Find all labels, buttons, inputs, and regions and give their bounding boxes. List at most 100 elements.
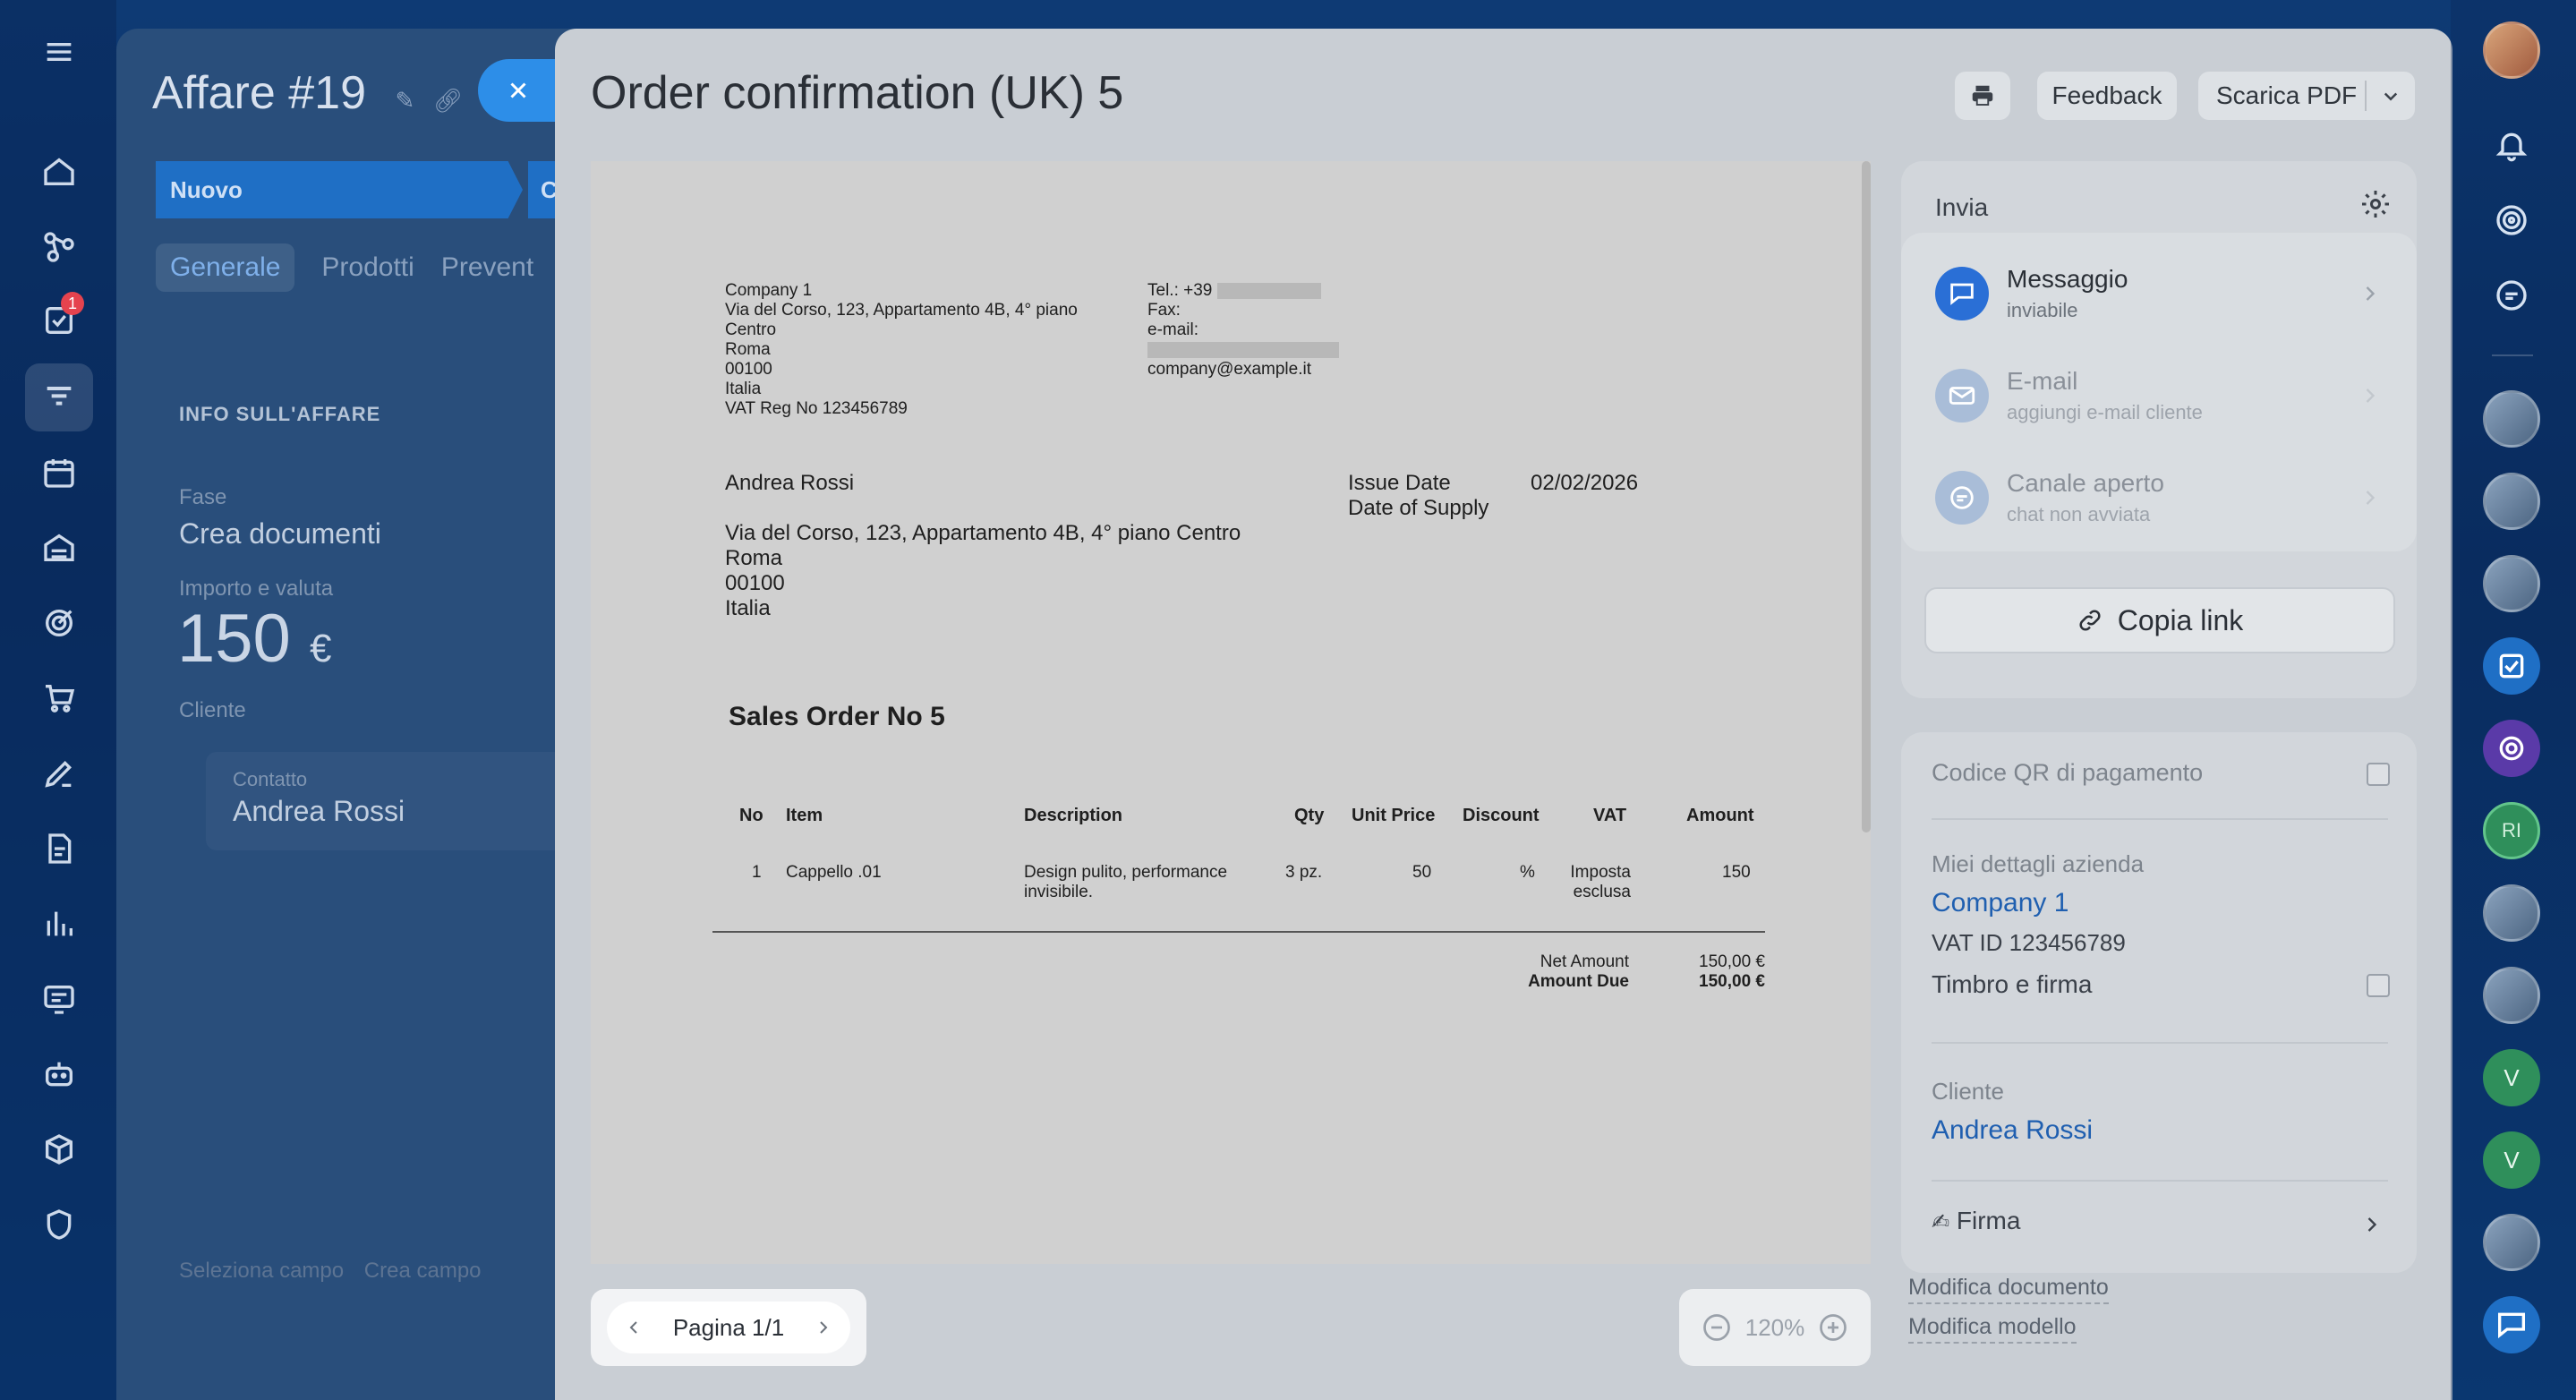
printer-icon	[1972, 85, 1993, 106]
target-icon[interactable]	[2483, 192, 2540, 249]
company-block: Company 1 Via del Corso, 123, Appartament…	[725, 281, 1078, 418]
left-sidebar: 1	[0, 0, 116, 1400]
contact-avatar[interactable]	[2483, 390, 2540, 448]
box-icon[interactable]	[25, 1115, 93, 1183]
channel-message[interactable]: Messaggio inviabile	[1935, 254, 2383, 344]
contact-initials-v[interactable]: V	[2483, 1131, 2540, 1189]
edit-template-link[interactable]: Modifica modello	[1908, 1314, 2077, 1344]
select-field-link[interactable]: Seleziona campo	[179, 1259, 344, 1283]
page-indicator: Pagina 1/1	[672, 1313, 785, 1341]
zoom-in-icon[interactable]	[1817, 1311, 1849, 1344]
close-button[interactable]	[478, 59, 559, 122]
amount-value[interactable]: 150 €	[177, 600, 331, 678]
contact-initials-ri[interactable]: RI	[2483, 802, 2540, 859]
user-avatar[interactable]	[2483, 21, 2540, 79]
download-pdf-button[interactable]: Scarica PDF	[2198, 72, 2415, 120]
calendar-icon[interactable]	[25, 439, 93, 507]
zoom-level: 120%	[1744, 1313, 1805, 1341]
pen-icon[interactable]	[25, 739, 93, 807]
stamp-label: Timbro e firma	[1932, 970, 2093, 998]
robot-icon[interactable]	[25, 1040, 93, 1108]
document-icon[interactable]	[25, 815, 93, 883]
home-icon[interactable]	[25, 138, 93, 206]
client-name-link[interactable]: Andrea Rossi	[1932, 1115, 2093, 1146]
tab-generale[interactable]: Generale	[156, 243, 295, 292]
contact-name[interactable]: Andrea Rossi	[233, 795, 405, 828]
checklist-icon[interactable]	[2483, 637, 2540, 695]
contact-initials-v[interactable]: V	[2483, 1049, 2540, 1106]
vat-id: VAT ID 123456789	[1932, 929, 2126, 956]
channel-open[interactable]: Canale aperto chat non avviata	[1935, 458, 2383, 548]
tasks-icon[interactable]: 1	[25, 286, 93, 354]
link-icon[interactable]: 🔗︎	[433, 87, 463, 114]
chevron-right-icon[interactable]	[2359, 1212, 2384, 1237]
col-no: No	[739, 806, 763, 825]
chat-search-icon[interactable]	[2483, 267, 2540, 324]
contact-avatar[interactable]	[2483, 884, 2540, 942]
network-icon[interactable]	[25, 213, 93, 281]
gear-icon[interactable]	[2359, 188, 2392, 220]
bell-icon[interactable]	[2483, 116, 2540, 174]
channel-email[interactable]: E-mail aggiungi e-mail cliente	[1935, 356, 2383, 446]
message-icon[interactable]	[2483, 1296, 2540, 1353]
create-field-link[interactable]: Crea campo	[364, 1259, 482, 1283]
zoom-out-icon[interactable]	[1701, 1311, 1733, 1344]
stamp-checkbox[interactable]	[2367, 974, 2390, 997]
company-name-link[interactable]: Company 1	[1932, 888, 2068, 918]
deal-tabs: Generale Prodotti Prevent	[156, 243, 533, 292]
deal-footer-links: Seleziona campo Crea campo	[179, 1259, 482, 1284]
contact-avatar[interactable]	[2483, 1214, 2540, 1271]
chat-icon	[1935, 267, 1989, 320]
cart-icon[interactable]	[25, 664, 93, 732]
chevron-right-icon	[2366, 388, 2376, 403]
divider	[1932, 818, 2388, 820]
contact-avatar[interactable]	[2483, 555, 2540, 612]
send-panel: Invia Messaggio inviabile E-mail aggiung…	[1901, 161, 2417, 698]
shield-icon[interactable]	[25, 1191, 93, 1259]
qr-checkbox[interactable]	[2367, 763, 2390, 786]
customer-address: Via del Corso, 123, Appartamento 4B, 4° …	[725, 521, 1241, 620]
order-title: Sales Order No 5	[729, 702, 945, 731]
chevron-down-icon[interactable]	[2377, 82, 2404, 109]
edit-icon[interactable]: ✎	[395, 87, 414, 114]
zoom-control: 120%	[1679, 1289, 1871, 1366]
col-unit-price: Unit Price	[1352, 806, 1436, 825]
document-scrollbar[interactable]	[1862, 161, 1871, 832]
tab-preventivi[interactable]: Prevent	[441, 252, 533, 292]
contact-avatar[interactable]	[2483, 473, 2540, 530]
signature-row[interactable]: ✍︎ Firma	[1932, 1207, 2020, 1235]
signature-pen-icon: ✍︎	[1932, 1210, 1950, 1234]
chevron-right-icon	[2366, 286, 2376, 301]
tasks-badge: 1	[61, 292, 84, 315]
feedback-button[interactable]: Feedback	[2037, 72, 2177, 120]
col-discount: Discount	[1463, 806, 1540, 825]
stage-new[interactable]: Nuovo	[156, 161, 523, 218]
print-button[interactable]	[1955, 72, 2010, 120]
deal-section-title: INFO SULL'AFFARE	[179, 403, 381, 425]
tab-prodotti[interactable]: Prodotti	[321, 252, 414, 292]
phase-value[interactable]: Crea documenti	[179, 517, 381, 551]
crm-icon[interactable]	[25, 363, 93, 431]
issue-date-label: Issue Date Date of Supply	[1348, 471, 1489, 520]
chart-icon[interactable]	[25, 890, 93, 958]
target-icon[interactable]	[25, 589, 93, 657]
circle-icon[interactable]	[2483, 720, 2540, 777]
storage-icon[interactable]	[25, 514, 93, 582]
deal-title: Affare #19 ✎ 🔗︎ Pi	[152, 67, 507, 119]
col-description: Description	[1024, 806, 1123, 825]
menu-icon[interactable]	[25, 18, 93, 86]
monitor-icon[interactable]	[25, 965, 93, 1033]
document-preview: Company 1 Via del Corso, 123, Appartament…	[591, 161, 1871, 1264]
edit-document-link[interactable]: Modifica documento	[1908, 1275, 2109, 1304]
chevron-right-icon	[2366, 491, 2376, 505]
client-label: Cliente	[179, 698, 246, 722]
pager: Pagina 1/1	[607, 1302, 850, 1353]
contact-avatar[interactable]	[2483, 967, 2540, 1024]
col-amount: Amount	[1686, 806, 1754, 825]
details-panel: Codice QR di pagamento Miei dettagli azi…	[1901, 732, 2417, 1273]
close-icon	[510, 82, 526, 98]
chevron-left-icon[interactable]	[623, 1317, 644, 1338]
chevron-right-icon[interactable]	[813, 1317, 834, 1338]
copy-link-button[interactable]: Copia link	[1924, 587, 2395, 653]
channel-list: Messaggio inviabile E-mail aggiungi e-ma…	[1901, 233, 2417, 551]
